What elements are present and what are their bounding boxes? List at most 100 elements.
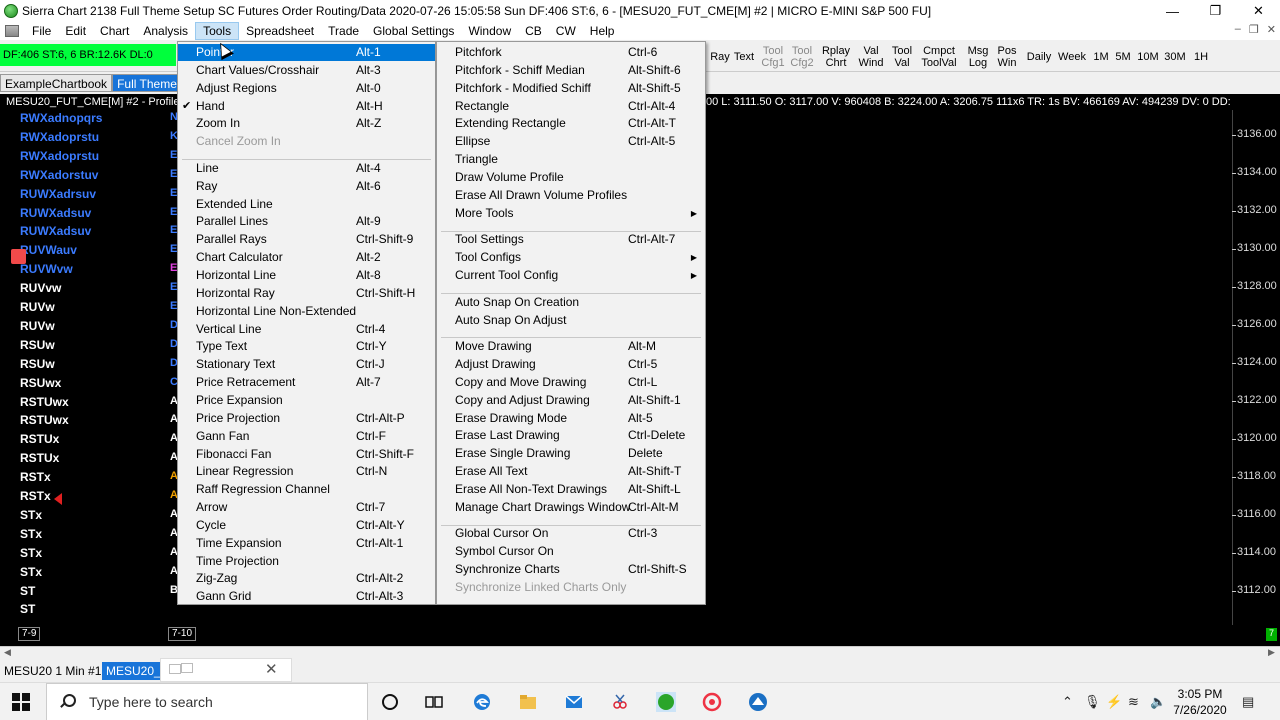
menu-item-vertical-line[interactable]: Vertical Line Ctrl-4 [178, 321, 435, 338]
menu-item-time-projection[interactable]: Time Projection [178, 553, 435, 570]
toolbar-button-tool-val[interactable]: Tool Val [889, 42, 915, 72]
tab-mesu20-1min[interactable]: MESU20 1 Min #1 [0, 662, 105, 680]
menu-item-copy-and-move-drawing[interactable]: Copy and Move Drawing Ctrl-L [437, 374, 705, 391]
volume-icon[interactable]: 🔈 [1150, 694, 1166, 710]
close-button[interactable]: ✕ [1237, 0, 1280, 22]
menu-item-draw-volume-profile[interactable]: Draw Volume Profile [437, 169, 705, 186]
tab-example-chartbook[interactable]: ExampleChartbook [0, 74, 113, 92]
microphone-icon[interactable]: 🎙 [1084, 694, 1101, 710]
menu-item-parallel-rays[interactable]: Parallel Rays Ctrl-Shift-9 [178, 231, 435, 248]
menu-item-adjust-drawing[interactable]: Adjust Drawing Ctrl-5 [437, 356, 705, 373]
toolbar-button-10m[interactable]: 10M [1136, 42, 1160, 72]
menu-tools[interactable]: Tools [195, 22, 240, 40]
toolbar-button-pos-win[interactable]: Pos Win [994, 42, 1020, 72]
menu-item-line[interactable]: Line Alt-4 [178, 160, 435, 177]
menu-item-ellipse[interactable]: Ellipse Ctrl-Alt-5 [437, 133, 705, 150]
menu-global-settings[interactable]: Global Settings [366, 22, 461, 40]
stop-record-icon[interactable] [11, 249, 26, 264]
menu-item-cycle[interactable]: Cycle Ctrl-Alt-Y [178, 517, 435, 534]
scroll-left-icon[interactable]: ◀ [4, 647, 11, 658]
menu-item-synchronize-charts[interactable]: Synchronize Charts Ctrl-Shift-S [437, 561, 705, 578]
network-icon[interactable]: ⚡ [1106, 694, 1122, 710]
menu-item-arrow[interactable]: Arrow Ctrl-7 [178, 499, 435, 516]
menu-item-symbol-cursor-on[interactable]: Symbol Cursor On [437, 543, 705, 560]
menu-item-more-tools[interactable]: More Tools ▶ [437, 205, 705, 222]
menu-item-pitchfork-modified-schiff[interactable]: Pitchfork - Modified Schiff Alt-Shift-5 [437, 80, 705, 97]
mail-icon[interactable] [564, 692, 584, 712]
menu-item-horizontal-line[interactable]: Horizontal Line Alt-8 [178, 267, 435, 284]
menu-item-auto-snap-on-creation[interactable]: Auto Snap On Creation [437, 294, 705, 311]
scale-corner-indicator[interactable]: 7 [1266, 628, 1277, 641]
taskbar-search-box[interactable]: Type here to search [46, 683, 368, 720]
menu-item-extended-line[interactable]: Extended Line [178, 196, 435, 213]
toolbar-button-tool-cfg2[interactable]: Tool Cfg2 [789, 42, 815, 72]
menu-item-time-expansion[interactable]: Time Expansion Ctrl-Alt-1 [178, 535, 435, 552]
menu-item-erase-all-drawn-volume-profiles[interactable]: Erase All Drawn Volume Profiles [437, 187, 705, 204]
menu-item-type-text[interactable]: Type Text Ctrl-Y [178, 338, 435, 355]
menu-cb[interactable]: CB [518, 22, 549, 40]
menu-item-tool-configs[interactable]: Tool Configs ▶ [437, 249, 705, 266]
toolbar-button-msg-log[interactable]: Msg Log [964, 42, 992, 72]
sierra-chart-app-icon[interactable] [4, 4, 18, 18]
menu-item-adjust-regions[interactable]: Adjust Regions Alt-0 [178, 80, 435, 97]
toolbar-button-ray[interactable]: Ray [709, 42, 731, 72]
menu-item-fibonacci-fan[interactable]: Fibonacci Fan Ctrl-Shift-F [178, 446, 435, 463]
menu-item-zig-zag[interactable]: Zig-Zag Ctrl-Alt-2 [178, 570, 435, 587]
scroll-right-icon[interactable]: ▶ [1268, 647, 1275, 658]
menu-item-erase-drawing-mode[interactable]: Erase Drawing Mode Alt-5 [437, 410, 705, 427]
mdi-minimize-button[interactable]: – [1235, 23, 1241, 36]
menu-item-pitchfork-schiff-median[interactable]: Pitchfork - Schiff Median Alt-Shift-6 [437, 62, 705, 79]
preview-close-icon[interactable]: ✕ [265, 660, 278, 678]
menu-item-chart-calculator[interactable]: Chart Calculator Alt-2 [178, 249, 435, 266]
menu-item-parallel-lines[interactable]: Parallel Lines Alt-9 [178, 213, 435, 230]
toolbar-button-tool-cfg1[interactable]: Tool Cfg1 [760, 42, 786, 72]
menu-item-horizontal-ray[interactable]: Horizontal Ray Ctrl-Shift-H [178, 285, 435, 302]
menu-spreadsheet[interactable]: Spreadsheet [239, 22, 321, 40]
menu-item-price-expansion[interactable]: Price Expansion [178, 392, 435, 409]
menu-item-auto-snap-on-adjust[interactable]: Auto Snap On Adjust [437, 312, 705, 329]
toolbar-button-1h[interactable]: 1H [1192, 42, 1210, 72]
menu-item-erase-single-drawing[interactable]: Erase Single Drawing Delete [437, 445, 705, 462]
menu-item-manage-chart-drawings-window[interactable]: Manage Chart Drawings Window Ctrl-Alt-M [437, 499, 705, 516]
toolbar-button-text[interactable]: Text [733, 42, 755, 72]
menu-item-linear-regression[interactable]: Linear Regression Ctrl-N [178, 463, 435, 480]
menu-item-horizontal-line-non-extended[interactable]: Horizontal Line Non-Extended [178, 303, 435, 320]
wifi-icon[interactable]: ≋ [1128, 694, 1139, 710]
menu-item-pitchfork[interactable]: Pitchfork Ctrl-6 [437, 44, 705, 61]
menu-trade[interactable]: Trade [321, 22, 366, 40]
chart-window-icon[interactable] [5, 25, 19, 37]
horizontal-scrollbar[interactable]: ◀ ▶ [0, 646, 1280, 658]
mdi-close-button[interactable]: ✕ [1267, 23, 1276, 36]
menu-item-price-projection[interactable]: Price Projection Ctrl-Alt-P [178, 410, 435, 427]
toolbar-button-1m[interactable]: 1M [1091, 42, 1111, 72]
menu-item-tool-settings[interactable]: Tool Settings Ctrl-Alt-7 [437, 231, 705, 248]
sierra-chart-taskbar-icon[interactable] [656, 692, 676, 712]
chrome-browser-icon[interactable] [702, 692, 722, 712]
toolbar-button-week[interactable]: Week [1056, 42, 1088, 72]
menu-item-global-cursor-on[interactable]: Global Cursor On Ctrl-3 [437, 525, 705, 542]
toolbar-button-cmpct-toolval[interactable]: Cmpct ToolVal [919, 42, 959, 72]
windows-start-icon[interactable] [12, 693, 30, 711]
menu-item-zoom-in[interactable]: Zoom In Alt-Z [178, 115, 435, 132]
toolbar-button-daily[interactable]: Daily [1024, 42, 1054, 72]
menu-chart[interactable]: Chart [93, 22, 136, 40]
menu-help[interactable]: Help [583, 22, 622, 40]
menu-item-extending-rectangle[interactable]: Extending Rectangle Ctrl-Alt-T [437, 115, 705, 132]
menu-item-ray[interactable]: Ray Alt-6 [178, 178, 435, 195]
menu-item-erase-all-non-text-drawings[interactable]: Erase All Non-Text Drawings Alt-Shift-L [437, 481, 705, 498]
menu-item-copy-and-adjust-drawing[interactable]: Copy and Adjust Drawing Alt-Shift-1 [437, 392, 705, 409]
price-scale[interactable]: 3136.00 3134.00 3132.00 3130.00 3128.00 3126.… [1232, 110, 1280, 625]
menu-item-erase-last-drawing[interactable]: Erase Last Drawing Ctrl-Delete [437, 427, 705, 444]
menu-item-stationary-text[interactable]: Stationary Text Ctrl-J [178, 356, 435, 373]
app-circle-icon[interactable] [748, 692, 768, 712]
menu-item-gann-fan[interactable]: Gann Fan Ctrl-F [178, 428, 435, 445]
menu-window[interactable]: Window [461, 22, 518, 40]
task-view-icon[interactable] [424, 692, 444, 712]
menu-item-triangle[interactable]: Triangle [437, 151, 705, 168]
menu-item-rectangle[interactable]: Rectangle Ctrl-Alt-4 [437, 98, 705, 115]
tray-chevron-icon[interactable]: ⌃ [1062, 694, 1073, 710]
menu-analysis[interactable]: Analysis [136, 22, 195, 40]
menu-edit[interactable]: Edit [58, 22, 93, 40]
menu-item-current-tool-config[interactable]: Current Tool Config ▶ [437, 267, 705, 284]
menu-file[interactable]: File [25, 22, 58, 40]
